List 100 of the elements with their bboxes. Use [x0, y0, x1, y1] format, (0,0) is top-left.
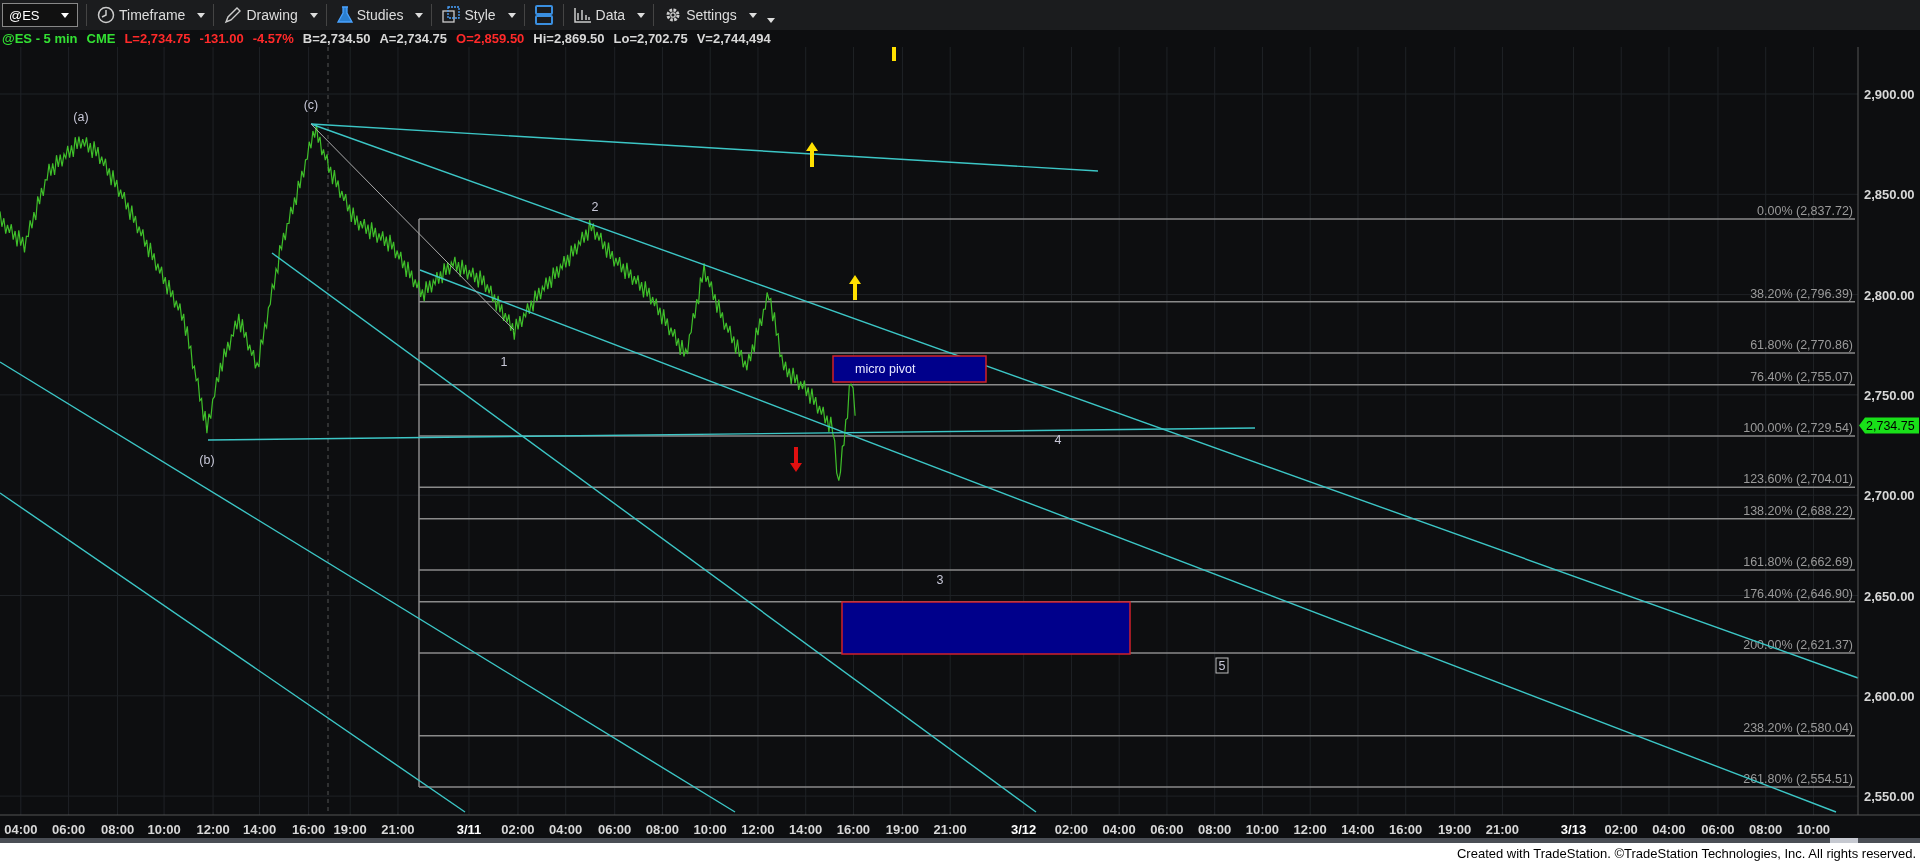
time-axis-label: 02:00: [501, 822, 535, 837]
time-axis-label: 16:00: [291, 822, 326, 837]
time-axis-label: 10:00: [147, 822, 181, 837]
up-arrow-icon: [849, 275, 861, 300]
price-axis-label: 2,900.00: [1864, 87, 1915, 102]
toolbar-button[interactable]: Data: [571, 5, 628, 25]
toolbar-button[interactable]: Timeframe: [95, 4, 188, 26]
time-axis-label: 12:00: [1293, 822, 1327, 837]
caret-icon: [415, 12, 424, 18]
style-icon: [442, 6, 461, 24]
time-axis-label: 08:00: [1198, 822, 1232, 837]
caret-icon: [61, 12, 69, 18]
time-axis-label: 06:00: [1150, 822, 1184, 837]
price-axis-label: 2,650.00: [1864, 588, 1915, 604]
last-price-tag: 2,734.75: [1859, 417, 1919, 434]
clock-icon: [97, 6, 115, 24]
time-axis-label: 06:00: [598, 822, 632, 837]
price-axis-label: 2,800.00: [1864, 287, 1915, 303]
wave-label: (a): [73, 110, 89, 124]
wave-label: 3: [936, 573, 944, 587]
time-axis-label: 08:00: [100, 822, 135, 837]
wave-label: 5: [1215, 657, 1229, 674]
quote-value: -131.00: [199, 31, 244, 46]
price-axis-label: 2,600.00: [1864, 688, 1915, 704]
time-axis-label: 3/11: [456, 822, 482, 837]
wave-label: (c): [303, 98, 319, 112]
time-axis-label: 3/12: [1011, 822, 1037, 837]
time-axis-label: 3/13: [1560, 822, 1587, 837]
quote-value: A=2,734.75: [379, 31, 448, 46]
wave-label: 4: [1054, 433, 1062, 447]
marker-icon: [892, 47, 896, 61]
time-axis-label: 14:00: [1341, 822, 1375, 837]
up-arrow-icon: [806, 142, 818, 167]
time-axis-label: 04:00: [1102, 822, 1136, 837]
quote-value: L=2,734.75: [124, 31, 191, 46]
pencil-icon: [224, 6, 243, 24]
time-axis-label: 04:00: [1652, 822, 1686, 837]
time-axis-label: 19:00: [333, 822, 367, 837]
fibonacci-level-label: 123.60% (2,704.01): [1743, 472, 1853, 487]
time-axis-label: 06:00: [51, 822, 86, 837]
time-axis-label: 04:00: [549, 822, 583, 837]
quote-value: Hi=2,869.50: [533, 31, 605, 46]
time-axis-label: 10:00: [693, 822, 727, 837]
time-axis-label: 12:00: [196, 822, 230, 837]
price-axis-label: 2,700.00: [1864, 488, 1915, 504]
fibonacci-level-label: 38.20% (2,796.39): [1750, 286, 1853, 301]
scrollbar[interactable]: [0, 838, 1920, 843]
price-axis-label: 2,750.00: [1864, 387, 1915, 403]
copyright-text: Created with TradeStation. ©TradeStation Technologies, Inc. All rights reserved.: [1456, 845, 1916, 861]
caret-icon: [197, 12, 206, 18]
toolbar-button[interactable]: Drawing: [222, 4, 300, 26]
fibonacci-level-label: 238.20% (2,580.04): [1743, 720, 1853, 735]
time-axis-label: 12:00: [741, 822, 775, 837]
fibonacci-level-label: 61.80% (2,770.86): [1750, 338, 1853, 353]
quote-value: B=2,734.50: [302, 31, 371, 46]
bar-chart-icon: [573, 7, 592, 23]
fibonacci-level-label: 161.80% (2,662.69): [1743, 555, 1853, 570]
time-axis-label: 16:00: [1389, 822, 1423, 837]
down-arrow-icon: [790, 447, 802, 472]
layout-button[interactable]: [532, 3, 555, 27]
wave-label: (b): [199, 453, 215, 467]
fibonacci-level-label: 0.00% (2,837.72): [1757, 203, 1853, 218]
time-axis-label: 14:00: [789, 822, 823, 837]
time-axis-label: 16:00: [836, 822, 871, 837]
price-axis-label: 2,550.00: [1864, 789, 1915, 805]
fibonacci-level-label: 100.00% (2,729.54): [1743, 420, 1853, 435]
price-axis-label: 2,850.00: [1864, 187, 1915, 203]
toolbar-button[interactable]: Settings: [662, 4, 739, 26]
caret-icon: [637, 12, 646, 18]
time-axis-label: 08:00: [1749, 822, 1783, 837]
quote-value: @ES - 5 min: [2, 31, 78, 46]
toolbar-button[interactable]: Style: [440, 4, 498, 26]
quote-value: O=2,859.50: [456, 31, 525, 46]
time-axis-label: 19:00: [885, 822, 920, 837]
scrollbar-thumb[interactable]: [1830, 838, 1858, 843]
fibonacci-level-label: 138.20% (2,688.22): [1743, 503, 1853, 518]
time-axis-label: 04:00: [4, 822, 38, 837]
fibonacci-level-label: 76.40% (2,755.07): [1750, 369, 1853, 384]
fibonacci-level-label: 176.40% (2,646.90): [1743, 586, 1853, 601]
time-axis-label: 06:00: [1701, 822, 1735, 837]
layout-icon: [534, 5, 553, 25]
time-axis-label: 14:00: [242, 822, 277, 837]
time-axis-label: 19:00: [1438, 822, 1472, 837]
caret-icon: [507, 12, 516, 18]
flask-icon: [336, 6, 353, 24]
quote-value: Lo=2,702.75: [613, 31, 688, 46]
wave-label: 2: [591, 200, 599, 214]
time-axis-label: 21:00: [933, 822, 967, 837]
pivot-label: micro pivot: [855, 362, 916, 376]
time-axis-label: 10:00: [1796, 822, 1831, 837]
wave-label: 1: [500, 355, 508, 369]
time-axis-label: 10:00: [1245, 822, 1280, 837]
toolbar-button[interactable]: Studies: [334, 4, 406, 26]
quote-value: -4.57%: [252, 31, 294, 46]
quote-value: V=2,744,494: [696, 31, 771, 46]
time-axis-label: 08:00: [645, 822, 680, 837]
time-axis-label: 02:00: [1604, 822, 1638, 837]
time-axis-label: 02:00: [1054, 822, 1089, 837]
time-axis-label: 21:00: [381, 822, 415, 837]
symbol-dropdown[interactable]: @ES: [2, 3, 78, 27]
